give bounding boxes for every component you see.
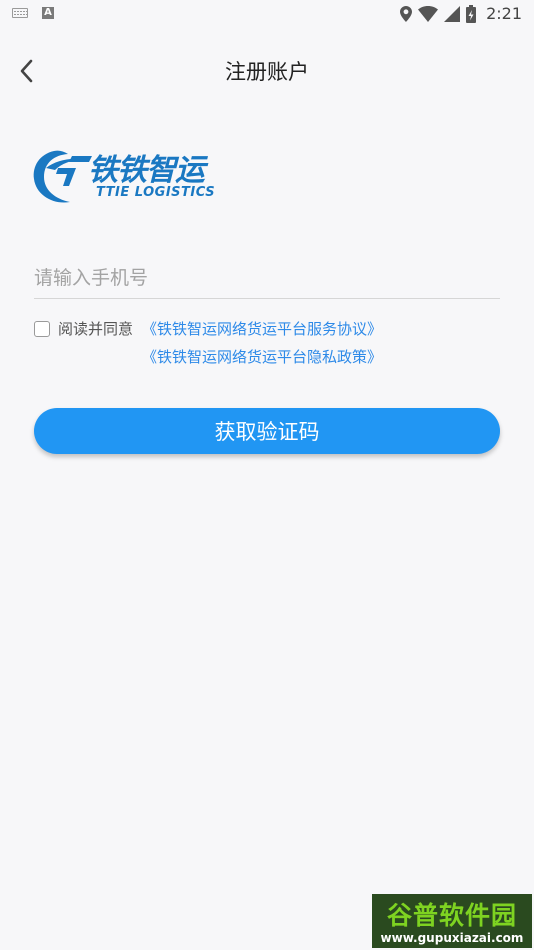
signal-icon xyxy=(444,5,461,22)
agree-text: 阅读并同意 xyxy=(58,320,134,338)
watermark-url: www.gupuxiazai.com xyxy=(380,931,524,945)
status-time: 2:21 xyxy=(486,4,522,23)
privacy-policy-link[interactable]: 《铁铁智运网络货运平台隐私政策》 xyxy=(142,346,382,368)
wifi-icon xyxy=(418,5,439,22)
agree-checkbox[interactable] xyxy=(34,321,50,337)
battery-charging-icon xyxy=(466,4,477,23)
watermark: 谷普软件园 www.gupuxiazai.com xyxy=(372,894,532,948)
svg-text:TTIE LOGISTICS: TTIE LOGISTICS xyxy=(96,185,215,200)
status-bar: A 2:21 xyxy=(0,0,534,28)
get-verification-code-button[interactable]: 获取验证码 xyxy=(34,408,500,454)
svg-text:铁铁智运: 铁铁智运 xyxy=(88,153,209,188)
header: 注册账户 xyxy=(0,42,534,98)
status-bar-right: 2:21 xyxy=(400,4,522,23)
location-icon xyxy=(400,5,413,22)
phone-input[interactable] xyxy=(34,258,500,299)
page-title: 注册账户 xyxy=(225,60,309,84)
watermark-title: 谷普软件园 xyxy=(386,901,517,930)
service-agreement-link[interactable]: 《铁铁智运网络货运平台服务协议》 xyxy=(142,318,382,340)
status-bar-left: A xyxy=(12,7,54,19)
text-a-icon: A xyxy=(42,7,54,19)
company-logo: 铁铁智运 TTIE LOGISTICS xyxy=(32,146,244,208)
keyboard-icon xyxy=(12,8,28,18)
